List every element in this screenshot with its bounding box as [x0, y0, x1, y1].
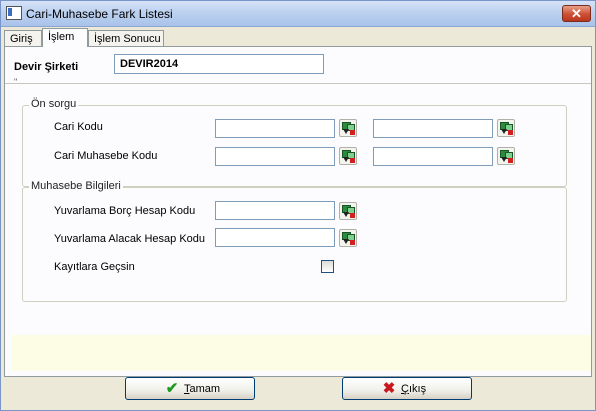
cikis-button[interactable]: ✖ Çıkış	[342, 377, 472, 400]
on-sorgu-title: Ön sorgu	[29, 98, 79, 110]
cari-muhasebe-kodu-from-input[interactable]	[215, 147, 335, 166]
tab-islem-sonucu[interactable]: İşlem Sonucu	[88, 30, 164, 46]
muhasebe-title: Muhasebe Bilgileri	[29, 180, 123, 192]
lookup-icon[interactable]	[339, 229, 357, 247]
x-icon: ✖	[382, 380, 396, 397]
cari-kodu-from-input[interactable]	[215, 119, 335, 138]
window-title: Cari-Muhasebe Fark Listesi	[26, 7, 173, 21]
on-sorgu-group: Ön sorgu	[22, 98, 567, 187]
lookup-icon[interactable]	[497, 119, 515, 137]
tab-islem[interactable]: İşlem	[42, 28, 88, 47]
cari-kodu-label: Cari Kodu	[54, 121, 103, 133]
status-area	[11, 335, 591, 371]
form-icon	[6, 6, 22, 20]
tamam-button[interactable]: ✔ Tamam	[125, 377, 255, 400]
company-label: Devir Şirketi	[14, 61, 79, 73]
yuvarlama-borc-label: Yuvarlama Borç Hesap Kodu	[54, 205, 196, 217]
kayitlara-gecsin-checkbox[interactable]	[321, 260, 334, 273]
cari-kodu-to-input[interactable]	[373, 119, 493, 138]
cari-muhasebe-kodu-to-input[interactable]	[373, 147, 493, 166]
yuvarlama-alacak-label: Yuvarlama Alacak Hesap Kodu	[54, 233, 206, 245]
cari-muhasebe-kodu-label: Cari Muhasebe Kodu	[54, 150, 158, 162]
yuvarlama-borc-input[interactable]	[215, 201, 335, 220]
lookup-icon[interactable]	[339, 147, 357, 165]
lookup-icon[interactable]	[497, 147, 515, 165]
checkmark-icon: ✔	[165, 380, 179, 397]
tab-panel: Devir Şirketi DEVIR2014 " Ön sorgu Cari …	[4, 46, 592, 377]
yuvarlama-alacak-input[interactable]	[215, 228, 335, 247]
header-marker: "	[14, 77, 18, 87]
lookup-icon[interactable]	[339, 202, 357, 220]
company-field[interactable]: DEVIR2014	[114, 54, 324, 74]
kayitlara-gecsin-label: Kayıtlara Geçsin	[54, 261, 135, 273]
tab-giris[interactable]: Giriş	[4, 30, 42, 46]
main-window: Cari-Muhasebe Fark Listesi ✕ Giriş İşlem…	[0, 0, 596, 411]
divider	[5, 83, 591, 84]
close-icon[interactable]: ✕	[562, 5, 591, 22]
lookup-icon[interactable]	[339, 119, 357, 137]
title-bar: Cari-Muhasebe Fark Listesi ✕	[1, 1, 595, 27]
